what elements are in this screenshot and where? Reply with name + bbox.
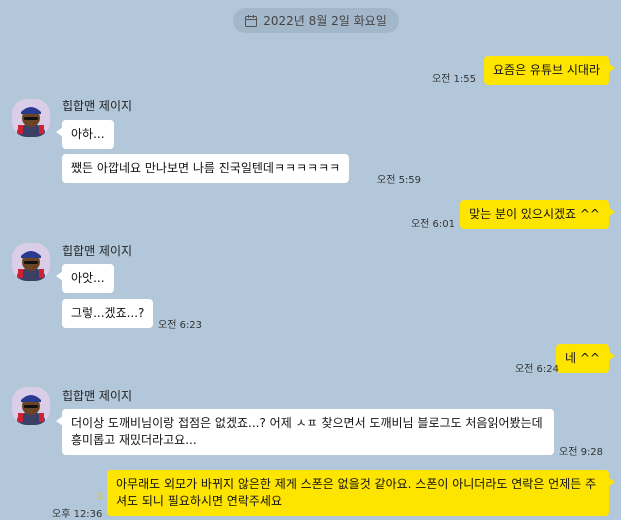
my-message-bubble[interactable]: 네 ^^ bbox=[556, 344, 615, 373]
their-message-bubble[interactable]: 쨌든 아깝네요 만나보면 나름 진국일텐데ㅋㅋㅋㅋㅋㅋ bbox=[62, 154, 350, 183]
message-time: 오전 6:23 bbox=[158, 320, 203, 331]
my-message-bubble[interactable]: 아무래도 외모가 바뀌지 않은한 제게 스폰은 없을것 같아요. 스폰이 아니더… bbox=[107, 470, 615, 516]
message-time: 오전 6:24 bbox=[514, 364, 559, 375]
avatar[interactable] bbox=[12, 243, 50, 281]
my-message-bubble[interactable]: 맞는 분이 있으시겠죠 ^^ bbox=[460, 200, 615, 229]
message-time: 오전 1:55 bbox=[431, 74, 476, 85]
their-message-bubble[interactable]: 아하... bbox=[56, 120, 114, 149]
sender-name: 힙합맨 제이지 bbox=[62, 244, 133, 258]
date-divider-text: 2022년 8월 2일 화요일 bbox=[263, 14, 387, 28]
calendar-icon bbox=[245, 14, 258, 27]
avatar-character-icon bbox=[12, 243, 50, 281]
their-message-bubble[interactable]: 더이상 도깨비님이랑 접점은 없겠죠...? 어제 ㅅㅍ 찾으면서 도깨비님 블… bbox=[56, 409, 554, 455]
date-divider: 2022년 8월 2일 화요일 bbox=[233, 8, 399, 33]
my-message-bubble[interactable]: 요즘은 유튜브 시대라 bbox=[484, 56, 615, 85]
sender-name: 힙합맨 제이지 bbox=[62, 389, 133, 403]
message-time: 오전 9:28 bbox=[559, 447, 604, 458]
sender-name: 힙합맨 제이지 bbox=[62, 99, 133, 113]
their-message-bubble[interactable]: 그렇...겠죠...? bbox=[62, 299, 154, 328]
message-time: 오후 12:36 bbox=[52, 509, 103, 520]
avatar-character-icon bbox=[12, 387, 50, 425]
message-time: 오전 6:01 bbox=[410, 219, 455, 230]
avatar[interactable] bbox=[12, 99, 50, 137]
their-message-bubble[interactable]: 아앗... bbox=[56, 264, 114, 293]
unread-count: 1 bbox=[97, 492, 103, 502]
message-time: 오전 5:59 bbox=[377, 175, 422, 186]
avatar[interactable] bbox=[12, 387, 50, 425]
avatar-character-icon bbox=[12, 99, 50, 137]
